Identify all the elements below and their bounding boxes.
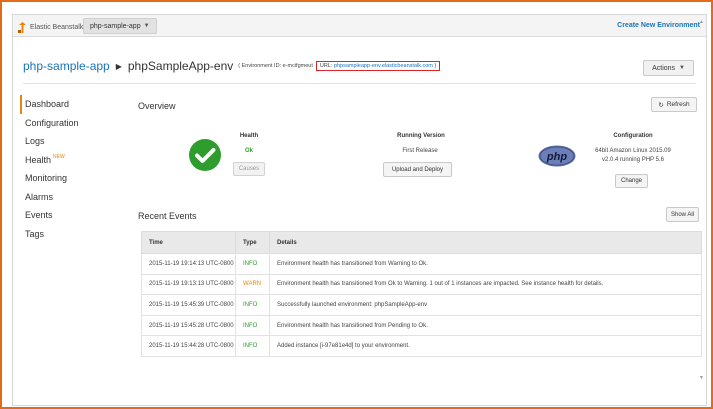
nav-label: Dashboard	[25, 99, 70, 110]
php-logo-text: php	[546, 151, 567, 163]
url-label: URL:	[319, 63, 333, 69]
change-configuration-button[interactable]: Change	[615, 174, 648, 188]
nav-label: Configuration	[25, 117, 79, 128]
url-close-paren: )	[434, 63, 437, 69]
left-nav: Dashboard Configuration Logs Health NEW M…	[20, 95, 115, 244]
event-details: Successfully launched environment: phpSa…	[269, 294, 702, 316]
elastic-beanstalk-icon	[18, 21, 26, 33]
table-row: 2015-11-19 15:45:39 UTC-0800 INFO Succes…	[141, 294, 702, 316]
nav-item-events[interactable]: Events	[25, 206, 115, 225]
health-header: Health	[239, 133, 259, 139]
configuration-platform: 64bit Amazon Linux 2015.09	[595, 148, 671, 154]
event-details: Environment health has transitioned from…	[269, 253, 702, 275]
nav-item-dashboard[interactable]: Dashboard	[20, 95, 115, 114]
event-type: WARN	[235, 273, 270, 296]
column-details[interactable]: Details	[269, 231, 702, 254]
event-details: Environment health has transitioned from…	[269, 314, 702, 337]
nav-item-monitoring[interactable]: Monitoring	[25, 169, 115, 188]
nav-item-alarms[interactable]: Alarms	[25, 188, 115, 207]
upload-and-deploy-button[interactable]: Upload and Deploy	[383, 162, 452, 177]
environment-id: ( Environment ID: e-mcifgmeut	[238, 63, 313, 69]
event-details: Environment health has transitioned from…	[269, 273, 702, 296]
screenshot-frame: Elastic Beanstalk php-sample-app ▼ Creat…	[0, 0, 713, 409]
table-row: 2015-11-19 19:14:13 UTC-0800 INFO Enviro…	[141, 253, 702, 275]
nav-label: Logs	[25, 136, 45, 147]
nav-label: Health	[25, 154, 52, 165]
nav-label: Alarms	[25, 191, 54, 202]
check-circle-icon	[189, 139, 221, 171]
recent-events-title: Recent Events	[138, 211, 197, 221]
event-details: Added instance [i-97e81e4d] to your envi…	[269, 335, 702, 357]
show-all-button[interactable]: Show All	[666, 207, 699, 222]
nav-item-health[interactable]: Health NEW	[25, 151, 115, 170]
events-table-header: Time Type Details	[141, 231, 702, 254]
refresh-icon: ↻	[658, 101, 664, 109]
nav-item-tags[interactable]: Tags	[25, 225, 115, 244]
console-window: Elastic Beanstalk php-sample-app ▼ Creat…	[12, 14, 707, 406]
scroll-up-arrow[interactable]: ▲	[699, 19, 704, 25]
event-type: INFO	[235, 294, 270, 316]
overview-title: Overview	[138, 101, 176, 111]
event-type: INFO	[235, 253, 270, 275]
brand-label: Elastic Beanstalk	[30, 23, 84, 31]
table-row: 2015-11-19 15:45:28 UTC-0800 INFO Enviro…	[141, 314, 702, 337]
brand-link[interactable]: Elastic Beanstalk	[18, 20, 83, 34]
health-status: Ok	[244, 148, 253, 154]
event-time: 2015-11-19 15:45:28 UTC-0800	[141, 314, 236, 337]
running-version-header: Running Version	[397, 133, 445, 139]
configuration-header: Configuration	[613, 133, 653, 139]
event-type: INFO	[235, 314, 270, 337]
refresh-label: Refresh	[666, 101, 690, 108]
nav-label: Tags	[25, 228, 45, 239]
create-new-environment-link[interactable]: Create New Environment	[617, 22, 700, 29]
table-row: 2015-11-19 15:44:28 UTC-0800 INFO Added …	[141, 335, 702, 357]
events-table: Time Type Details 2015-11-19 19:14:13 UT…	[141, 231, 702, 357]
refresh-button[interactable]: ↻ Refresh	[651, 97, 697, 112]
nav-label: Monitoring	[25, 173, 68, 184]
chevron-down-icon: ▼	[143, 23, 150, 29]
event-time: 2015-11-19 15:45:39 UTC-0800	[141, 294, 236, 316]
nav-item-configuration[interactable]: Configuration	[25, 114, 115, 133]
actions-label: Actions	[652, 64, 676, 72]
configuration-details: 64bit Amazon Linux 2015.09 v2.0.4 runnin…	[588, 147, 678, 165]
divider	[23, 83, 696, 84]
actions-button[interactable]: Actions ▼	[643, 60, 694, 76]
breadcrumb: php-sample-app ▶ phpSampleApp-env ( Envi…	[23, 57, 441, 75]
environment-url-link[interactable]: phpsampleapp-env.elasticbeanstalk.com	[334, 63, 433, 69]
app-selector-label: php-sample-app	[90, 22, 141, 30]
table-row: 2015-11-19 19:13:13 UTC-0800 WARN Enviro…	[141, 273, 702, 296]
configuration-version: v2.0.4 running PHP 5.6	[602, 157, 664, 163]
event-type: INFO	[235, 335, 270, 357]
breadcrumb-app-link[interactable]: php-sample-app	[23, 59, 110, 73]
new-badge: NEW	[53, 154, 65, 161]
environment-url-highlight: URL: phpsampleapp-env.elasticbeanstalk.c…	[315, 61, 441, 71]
event-time: 2015-11-19 19:13:13 UTC-0800	[141, 273, 236, 296]
causes-button[interactable]: Causes	[233, 162, 265, 176]
event-time: 2015-11-19 19:14:13 UTC-0800	[141, 253, 236, 275]
nav-label: Events	[25, 210, 53, 221]
breadcrumb-separator-icon: ▶	[115, 61, 122, 71]
php-logo-icon: php	[538, 145, 576, 167]
top-bar: Elastic Beanstalk php-sample-app ▼ Creat…	[13, 15, 706, 37]
column-time[interactable]: Time	[141, 231, 236, 254]
event-time: 2015-11-19 15:44:28 UTC-0800	[141, 335, 236, 357]
column-type[interactable]: Type	[235, 231, 270, 254]
running-version-value: First Release	[402, 148, 438, 154]
scroll-down-arrow[interactable]: ▼	[699, 375, 704, 381]
breadcrumb-env-title: phpSampleApp-env	[127, 59, 234, 73]
nav-item-logs[interactable]: Logs	[25, 132, 115, 151]
chevron-down-icon: ▼	[679, 65, 685, 71]
app-selector-dropdown[interactable]: php-sample-app ▼	[83, 18, 157, 34]
